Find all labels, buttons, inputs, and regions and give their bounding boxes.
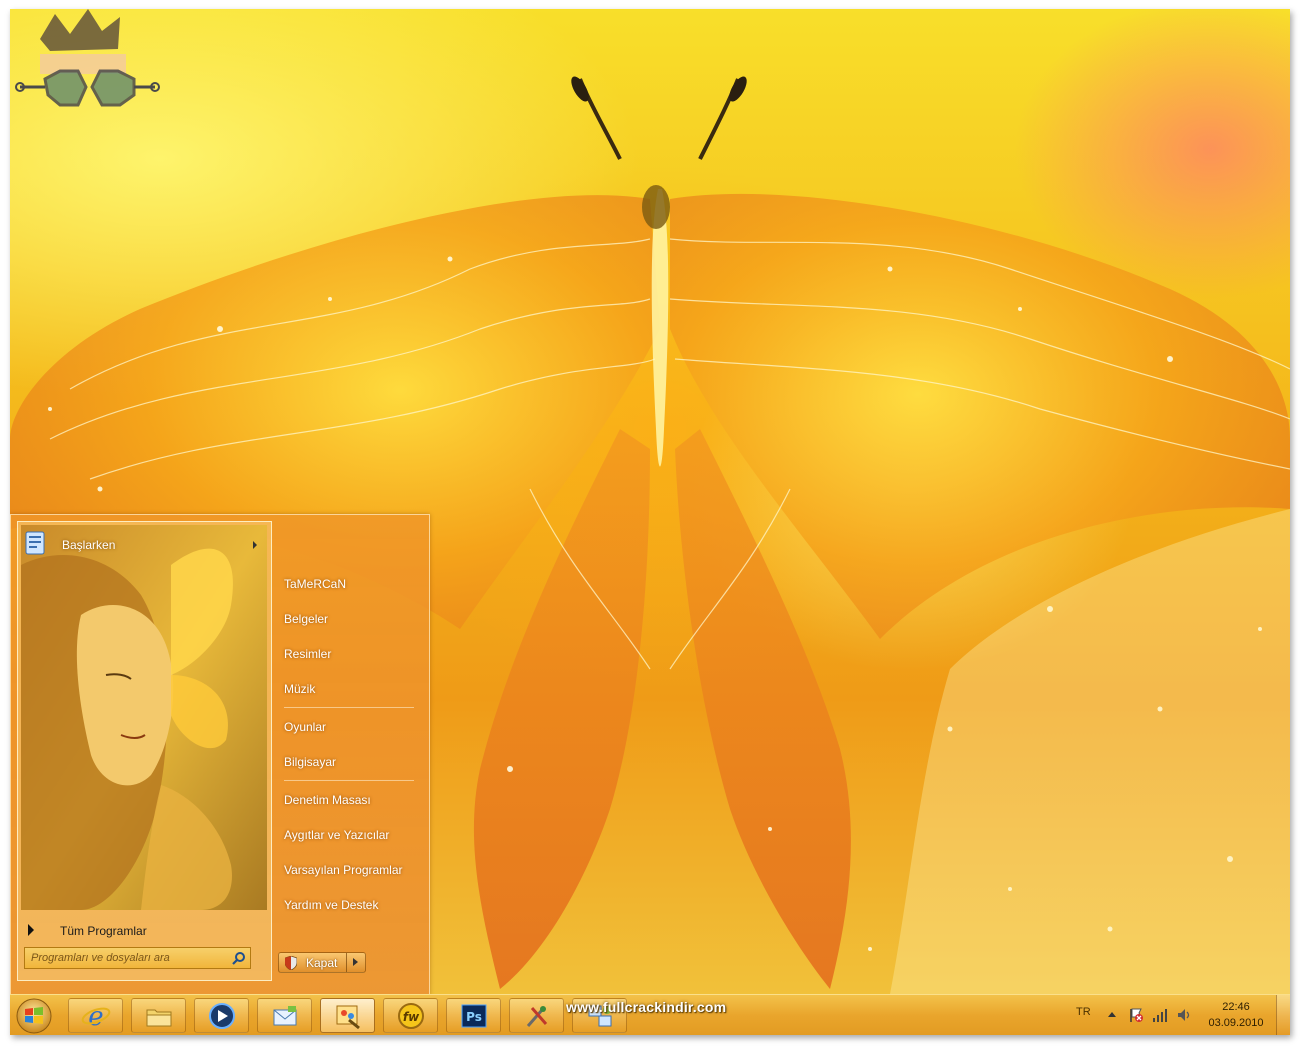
language-indicator[interactable]: TR [1076, 1006, 1091, 1018]
all-programs-arrow-icon [28, 924, 34, 936]
start-menu: Başlarken Tüm Programlar TaMeRCaN Belgel… [10, 514, 430, 996]
watermark-logo [15, 9, 160, 107]
taskbar-tools[interactable] [509, 998, 564, 1033]
tools-icon [526, 1006, 548, 1027]
svg-text:Ps: Ps [466, 1010, 482, 1024]
taskbar-mail[interactable] [257, 998, 312, 1033]
internet-explorer-icon: e [81, 1002, 111, 1030]
desktop-screen: Başlarken Tüm Programlar TaMeRCaN Belgel… [10, 9, 1290, 1035]
start-menu-item-default-programs[interactable]: Varsayılan Programlar [284, 863, 403, 877]
start-menu-separator [284, 707, 414, 708]
taskbar: e fw Ps www.fullcrackindir.com TR 22:46 … [10, 994, 1290, 1035]
show-hidden-icons-arrow-icon[interactable] [1108, 1012, 1116, 1017]
all-programs-button[interactable]: Tüm Programlar [22, 920, 267, 942]
fw-app-icon: fw [398, 1003, 424, 1029]
start-menu-item-documents[interactable]: Belgeler [284, 612, 328, 626]
system-clock[interactable]: 22:46 03.09.2010 [1204, 999, 1268, 1031]
submenu-arrow-icon[interactable] [253, 541, 257, 549]
getting-started-icon [25, 531, 45, 555]
start-search-input[interactable] [27, 949, 227, 967]
taskbar-media-player[interactable] [194, 998, 249, 1033]
start-menu-separator [284, 780, 414, 781]
start-menu-item-devices-printers[interactable]: Aygıtlar ve Yazıcılar [284, 828, 389, 842]
theme-paint-icon [336, 1005, 360, 1030]
start-menu-item-pictures[interactable]: Resimler [284, 647, 331, 661]
action-center-flag-icon[interactable] [1128, 1007, 1144, 1023]
start-menu-item-getting-started[interactable]: Başlarken [18, 530, 268, 560]
start-menu-item-games[interactable]: Oyunlar [284, 720, 326, 734]
show-desktop-button[interactable] [1276, 995, 1290, 1035]
clock-time: 22:46 [1222, 1001, 1250, 1013]
shield-icon [285, 956, 297, 970]
svg-text:e: e [88, 1002, 103, 1030]
photoshop-icon: Ps [461, 1004, 487, 1028]
start-search-box[interactable] [24, 947, 251, 969]
shutdown-button[interactable]: Kapat [278, 952, 366, 973]
start-menu-background-portrait [21, 525, 267, 910]
taskbar-fw-app[interactable]: fw [383, 998, 438, 1033]
taskbar-internet-explorer[interactable]: e [68, 998, 123, 1033]
shutdown-divider [346, 953, 347, 972]
all-programs-label: Tüm Programlar [60, 924, 147, 938]
folder-icon [146, 1009, 172, 1027]
volume-icon[interactable] [1176, 1007, 1192, 1023]
shutdown-options-arrow-icon[interactable] [353, 958, 358, 966]
shutdown-label: Kapat [306, 956, 338, 970]
watermark-text: www.fullcrackindir.com [566, 999, 727, 1015]
start-menu-item-computer[interactable]: Bilgisayar [284, 755, 336, 769]
start-menu-item-control-panel[interactable]: Denetim Masası [284, 793, 371, 807]
start-menu-left-pane: Başlarken Tüm Programlar [17, 521, 272, 981]
media-player-icon [209, 1003, 235, 1029]
taskbar-photoshop[interactable]: Ps [446, 998, 501, 1033]
taskbar-explorer[interactable] [131, 998, 186, 1033]
search-icon[interactable] [232, 951, 246, 965]
getting-started-label: Başlarken [62, 538, 116, 552]
network-signal-icon[interactable] [1152, 1007, 1168, 1023]
start-menu-item-user[interactable]: TaMeRCaN [284, 577, 346, 591]
start-menu-item-music[interactable]: Müzik [284, 682, 315, 696]
taskbar-theme-app[interactable] [320, 998, 375, 1033]
mail-icon [273, 1006, 297, 1026]
clock-date: 03.09.2010 [1208, 1017, 1264, 1029]
windows-start-orb-icon[interactable] [14, 997, 54, 1035]
svg-text:fw: fw [403, 1010, 420, 1024]
start-menu-item-help-support[interactable]: Yardım ve Destek [284, 898, 378, 912]
